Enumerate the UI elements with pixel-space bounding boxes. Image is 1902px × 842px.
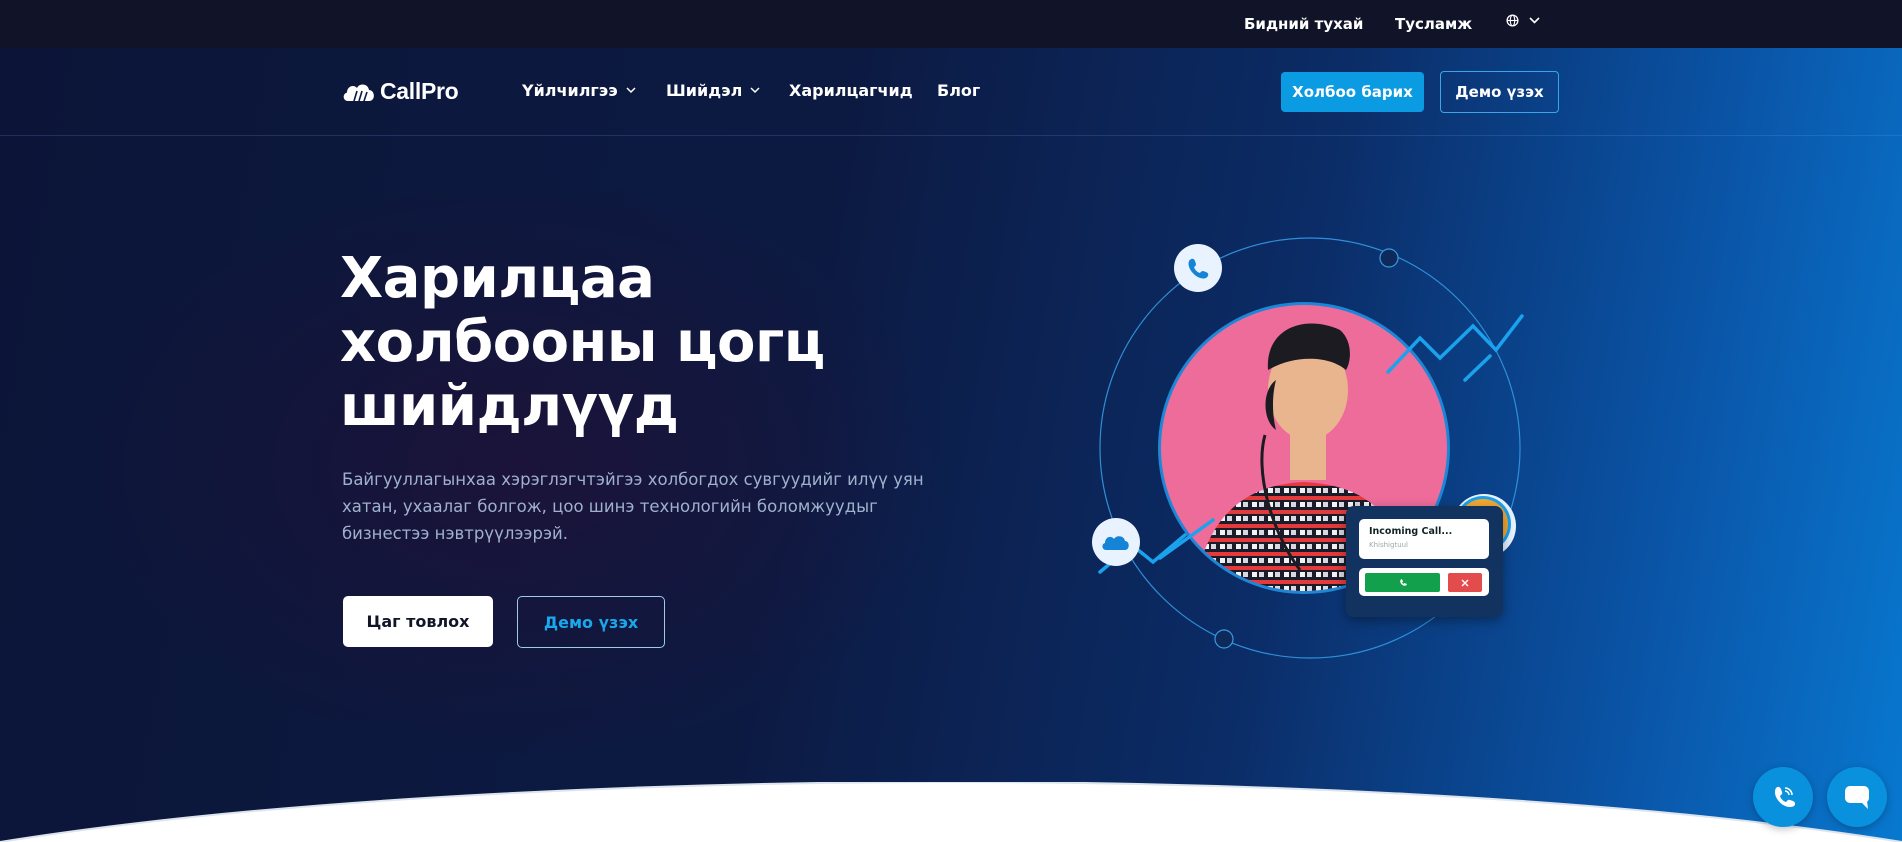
nav-customers[interactable]: Харилцагчид (789, 81, 913, 100)
nav-solutions-label: Шийдэл (666, 81, 743, 100)
call-title: Incoming Call... (1369, 526, 1453, 537)
nav-services[interactable]: Үйлчилгээ (522, 81, 636, 100)
logo[interactable]: CallPro (342, 78, 459, 105)
chevron-down-icon (750, 87, 760, 94)
call-info: Incoming Call... Khishigtuul (1359, 519, 1489, 559)
nav-solutions[interactable]: Шийдэл (666, 81, 760, 100)
hero-demo-button[interactable]: Демо үзэх (517, 596, 665, 648)
nav-customers-label: Харилцагчид (789, 81, 913, 100)
chat-icon (1845, 786, 1869, 809)
cloud-icon (343, 83, 374, 101)
orbit-dot (1379, 248, 1399, 268)
chevron-down-icon (1529, 17, 1540, 24)
accept-call-button (1365, 573, 1440, 592)
hero-section (0, 48, 1902, 842)
chevron-down-icon (626, 87, 636, 94)
phone-badge (1174, 244, 1222, 292)
globe-icon (1506, 14, 1519, 27)
chat-fab-button[interactable] (1827, 767, 1887, 827)
hero-title-line: холбооны цогц (340, 310, 825, 375)
brand-name: CallPro (380, 78, 459, 104)
phone-icon (1399, 578, 1407, 586)
language-selector[interactable] (1506, 14, 1540, 27)
help-link[interactable]: Тусламж (1395, 15, 1472, 33)
phone-icon (1774, 786, 1795, 808)
decline-call-button (1448, 573, 1482, 592)
nav-services-label: Үйлчилгээ (522, 81, 618, 100)
bottom-wave (0, 782, 1902, 842)
hero-subtitle: Байгууллагынхаа хэрэглэгчтэйгээ холбогдо… (342, 470, 924, 543)
orbit-dot (1214, 629, 1234, 649)
close-icon (1461, 579, 1469, 586)
incoming-call-card: Incoming Call... Khishigtuul (1346, 506, 1503, 617)
hero-title-line: шийдлүүд (340, 374, 679, 439)
hero-title-line: Харилцаа (340, 246, 655, 311)
nav-demo-button[interactable]: Демо үзэх (1440, 71, 1559, 113)
call-actions (1359, 568, 1489, 596)
call-fab-button[interactable] (1753, 767, 1813, 827)
contact-button[interactable]: Холбоо барих (1281, 72, 1424, 112)
cloud-badge (1092, 518, 1140, 566)
caller-name: Khishigtuul (1369, 541, 1409, 549)
about-link[interactable]: Бидний тухай (1244, 15, 1363, 33)
nav-blog-label: Блог (937, 81, 981, 100)
top-bar: Бидний тухай Тусламж (0, 0, 1902, 48)
book-appointment-button[interactable]: Цаг товлох (343, 596, 493, 647)
hero-title: Харилцаа холбооны цогц шийдлүүд (340, 247, 900, 439)
nav-blog[interactable]: Блог (937, 81, 980, 100)
